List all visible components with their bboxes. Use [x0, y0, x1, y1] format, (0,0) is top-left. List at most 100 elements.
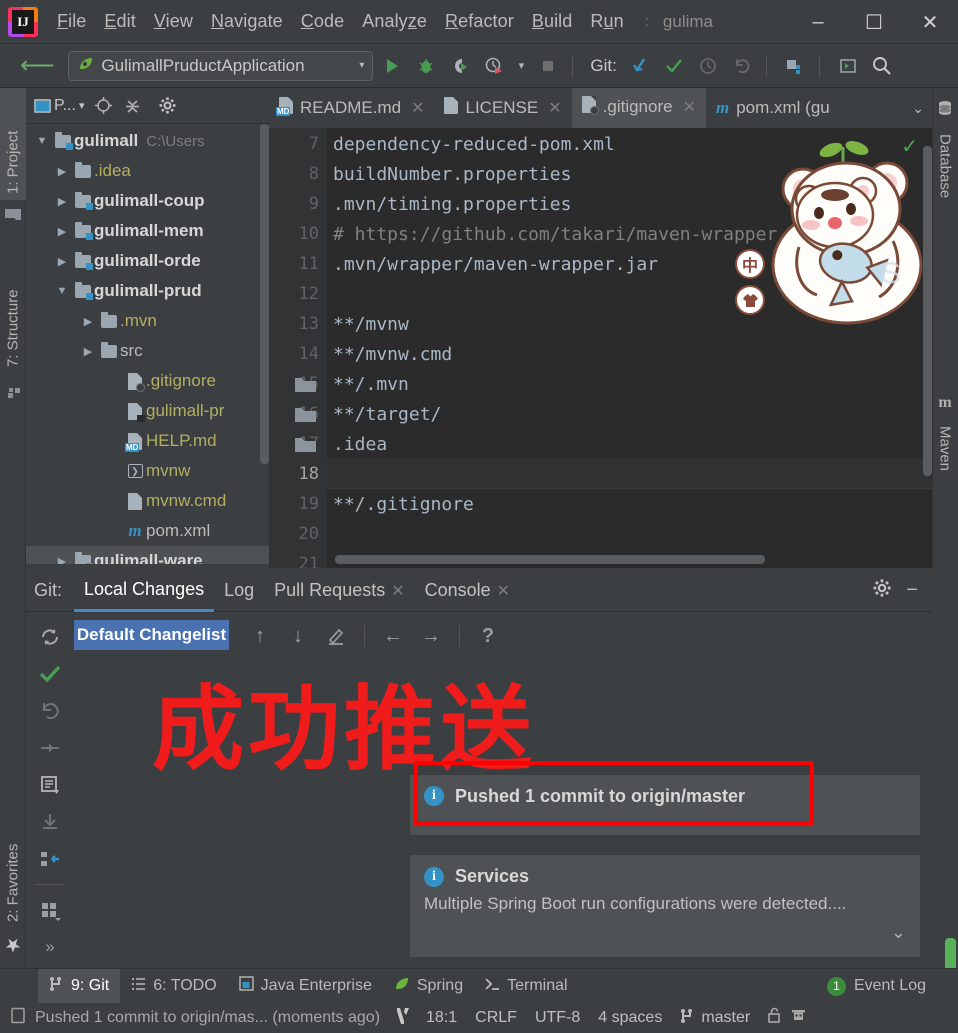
tree-row-idea[interactable]: ▶ .idea — [26, 156, 269, 186]
caret-position[interactable]: 18:1 — [417, 1009, 466, 1027]
tree-row-mvnw-cmd[interactable]: mvnw.cmd — [26, 486, 269, 516]
bottom-item-todo[interactable]: 6: TODO — [120, 969, 227, 1004]
debug-icon[interactable] — [411, 51, 441, 81]
back-arrow-icon[interactable]: ⟵ — [20, 51, 54, 80]
tree-row-help-md[interactable]: MD HELP.md — [26, 426, 269, 456]
chevron-right-icon[interactable]: ▶ — [78, 315, 98, 328]
maximize-button[interactable]: ☐ — [846, 0, 902, 44]
bottom-item-terminal[interactable]: Terminal — [474, 969, 578, 1004]
sidebar-item-database[interactable]: Database — [932, 128, 958, 238]
project-tree[interactable]: ▼ gulimall C:\Users ▶ .idea ▶ gulimall-c… — [26, 124, 269, 564]
tree-row-mvn[interactable]: ▶ .mvn — [26, 306, 269, 336]
chevron-right-icon[interactable]: ▶ — [78, 345, 98, 358]
sidebar-item-structure[interactable]: 7: Structure — [0, 243, 26, 373]
menu-build[interactable]: Build — [523, 8, 582, 35]
tab-pom-xml[interactable]: m pom.xml (gu — [706, 88, 840, 128]
sidebar-item-maven[interactable]: Maven — [932, 420, 958, 510]
tree-row-src[interactable]: ▶ src — [26, 336, 269, 366]
hide-window-icon[interactable]: − — [906, 579, 918, 602]
tab-readme-md[interactable]: MD README.md ✕ — [269, 88, 434, 128]
tree-row-pom-xml[interactable]: m pom.xml — [26, 516, 269, 546]
chevron-right-icon[interactable]: ▶ — [52, 555, 72, 565]
bottom-item-spring[interactable]: Spring — [383, 969, 474, 1004]
tree-row-gulimall-ware[interactable]: ▶ gulimall-ware — [26, 546, 269, 564]
minimize-button[interactable]: – — [790, 0, 846, 44]
bottom-item-git[interactable]: 9: Git — [38, 968, 121, 1004]
more-options-icon[interactable] — [33, 893, 67, 927]
search-everywhere-icon[interactable] — [867, 51, 897, 81]
fold-marker-icon[interactable] — [295, 405, 317, 428]
chevron-down-icon[interactable]: ⌄ — [904, 88, 932, 128]
chevron-right-icon[interactable]: ▶ — [52, 165, 72, 178]
commit-icon[interactable] — [659, 51, 689, 81]
close-icon[interactable]: ✕ — [411, 98, 424, 118]
move-up-icon[interactable]: ↑ — [243, 619, 277, 653]
menu-code[interactable]: Code — [292, 8, 353, 35]
run-configuration-selector[interactable]: GulimallPruductApplication ▾ — [68, 50, 374, 81]
bottom-item-java-enterprise[interactable]: Java Enterprise — [228, 969, 383, 1004]
tree-row-gulimall[interactable]: ▼ gulimall C:\Users — [26, 126, 269, 156]
branch-widget[interactable]: master — [671, 1008, 759, 1029]
help-icon[interactable]: ? — [471, 619, 505, 653]
sidebar-item-project[interactable]: 1: Project — [0, 88, 26, 200]
chevron-right-icon[interactable]: ▶ — [52, 225, 72, 238]
status-message[interactable]: Pushed 1 commit to origin/mas... (moment… — [26, 1009, 389, 1027]
menu-run[interactable]: Run — [581, 8, 632, 35]
menu-file[interactable]: File — [48, 8, 95, 35]
settings-gear-icon[interactable] — [872, 578, 892, 604]
menu-analyze[interactable]: Analyze — [353, 8, 436, 35]
menu-navigate[interactable]: Navigate — [202, 8, 292, 35]
menu-view[interactable]: View — [145, 8, 202, 35]
profiler-dropdown-icon[interactable]: ▾ — [513, 51, 529, 81]
menu-edit[interactable]: Edit — [95, 8, 144, 35]
fold-marker-icon[interactable] — [295, 375, 317, 398]
collapse-all-icon[interactable] — [123, 96, 142, 115]
inspector-icon[interactable] — [790, 1007, 807, 1029]
notification-services[interactable]: i Services Multiple Spring Boot run conf… — [410, 855, 920, 957]
chevron-right-icon[interactable]: ▶ — [52, 255, 72, 268]
close-icon[interactable]: ✕ — [683, 97, 696, 117]
close-button[interactable]: ✕ — [902, 0, 958, 44]
next-icon[interactable]: → — [414, 619, 448, 653]
unlocked-icon[interactable] — [767, 1007, 782, 1029]
editor-gutter[interactable]: 7 8 9 10 11 12 13 14 15 16 17 18 19 20 2… — [269, 128, 327, 568]
tree-row-iml[interactable]: gulimall-pr — [26, 396, 269, 426]
locate-icon[interactable] — [94, 96, 113, 115]
group-by-icon[interactable] — [33, 842, 67, 876]
tab-local-changes[interactable]: Local Changes — [74, 570, 215, 612]
settings-gear-icon[interactable] — [158, 96, 177, 115]
chevron-down-icon[interactable]: ▼ — [32, 135, 52, 147]
tree-row-gulimall-product[interactable]: ▼ gulimall-prud — [26, 276, 269, 306]
tab-license[interactable]: LICENSE ✕ — [434, 88, 571, 128]
commit-check-icon[interactable] — [33, 657, 67, 691]
menu-refactor[interactable]: Refactor — [436, 8, 523, 35]
project-structure-icon[interactable] — [780, 51, 810, 81]
close-icon[interactable]: ✕ — [548, 98, 561, 118]
run-with-coverage-icon[interactable] — [445, 51, 475, 81]
indent-setting[interactable]: 4 spaces — [589, 1009, 671, 1027]
update-project-icon[interactable] — [625, 51, 655, 81]
close-icon[interactable]: ✕ — [391, 581, 404, 601]
line-separator[interactable]: CRLF — [466, 1009, 526, 1027]
tree-row-gulimall-order[interactable]: ▶ gulimall-orde — [26, 246, 269, 276]
tab-log[interactable]: Log — [214, 570, 264, 612]
chevron-down-icon[interactable]: ⌄ — [891, 922, 906, 943]
project-view-selector[interactable]: P... ▾ — [34, 97, 84, 115]
edit-icon[interactable] — [319, 619, 353, 653]
previous-icon[interactable]: ← — [376, 619, 410, 653]
refresh-icon[interactable] — [33, 620, 67, 654]
tab-console[interactable]: Console ✕ — [415, 570, 520, 612]
terminal-icon[interactable] — [833, 51, 863, 81]
tree-row-gulimall-member[interactable]: ▶ gulimall-mem — [26, 216, 269, 246]
vcs-checkmark-icon[interactable] — [395, 1007, 411, 1030]
project-panel-scrollbar[interactable] — [260, 124, 269, 464]
tree-row-gitignore[interactable]: .gitignore — [26, 366, 269, 396]
fold-marker-icon[interactable] — [295, 435, 317, 458]
event-log-area[interactable]: 1 Event Log — [826, 976, 958, 996]
editor-horizontal-scrollbar[interactable] — [335, 555, 765, 564]
encoding[interactable]: UTF-8 — [526, 1009, 589, 1027]
sidebar-item-favorites[interactable]: 2: Favorites — [0, 788, 26, 928]
profiler-icon[interactable] — [479, 51, 509, 81]
tab-pull-requests[interactable]: Pull Requests ✕ — [264, 570, 414, 612]
expand-more-icon[interactable]: » — [33, 930, 67, 964]
